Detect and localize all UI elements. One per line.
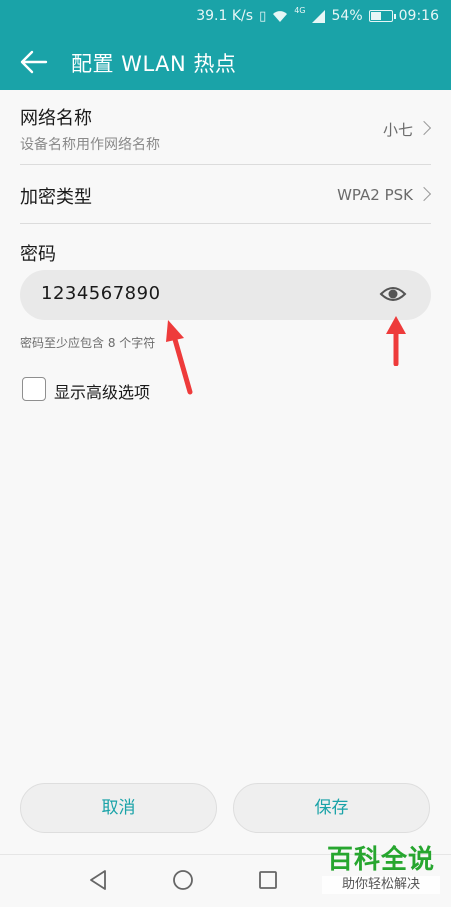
network-type: 4G (294, 5, 306, 15)
password-value[interactable]: 1234567890 (41, 283, 161, 304)
triangle-back-icon[interactable] (88, 869, 108, 891)
watermark: 百科全说 助你轻松解决 (322, 844, 440, 894)
status-bar: 39.1 K/s ▯ 4G 54% 09:16 (0, 0, 451, 34)
settings-list: 网络名称 设备名称用作网络名称 小七 加密类型 WPA2 PSK 密码 1234… (0, 90, 451, 780)
chevron-right-icon (416, 120, 432, 136)
clock: 09:16 (398, 8, 439, 24)
network-name-value: 小七 (382, 121, 413, 139)
back-button[interactable] (16, 46, 52, 78)
advanced-options-label: 显示高级选项 (54, 383, 151, 402)
network-speed: 39.1 K/s (196, 8, 254, 24)
encryption-label: 加密类型 (20, 187, 92, 208)
save-button[interactable]: 保存 (233, 783, 430, 833)
wifi-icon (273, 10, 288, 22)
square-recents-icon[interactable] (258, 869, 278, 891)
encryption-row[interactable]: 加密类型 WPA2 PSK (20, 166, 432, 224)
advanced-options-checkbox[interactable] (22, 377, 46, 401)
password-hint: 密码至少应包含 8 个字符 (20, 336, 156, 350)
watermark-title: 百科全说 (326, 845, 435, 875)
password-field[interactable]: 1234567890 (20, 270, 431, 320)
network-name-label: 网络名称 (20, 108, 92, 129)
encryption-value: WPA2 PSK (337, 186, 413, 204)
status-icons: 39.1 K/s ▯ 4G 54% 09:16 (196, 5, 439, 25)
network-name-row[interactable]: 网络名称 设备名称用作网络名称 小七 (20, 90, 432, 165)
annotation-arrow-icon (386, 316, 406, 366)
watermark-subtitle: 助你轻松解决 (322, 876, 440, 894)
network-name-subtitle: 设备名称用作网络名称 (20, 137, 160, 153)
cancel-button[interactable]: 取消 (20, 783, 217, 833)
battery-icon (368, 10, 396, 22)
page-title: 配置 WLAN 热点 (71, 52, 237, 76)
arrow-left-icon (20, 50, 48, 74)
password-label: 密码 (20, 244, 56, 265)
chevron-right-icon (416, 186, 432, 202)
annotation-arrow-icon (166, 320, 193, 395)
eye-icon[interactable] (379, 284, 407, 304)
vibrate-icon: ▯ (259, 8, 267, 24)
battery-percent: 54% (331, 8, 363, 24)
app-bar: 配置 WLAN 热点 (0, 34, 451, 90)
signal-icon (311, 9, 325, 23)
circle-home-icon[interactable] (172, 869, 194, 891)
